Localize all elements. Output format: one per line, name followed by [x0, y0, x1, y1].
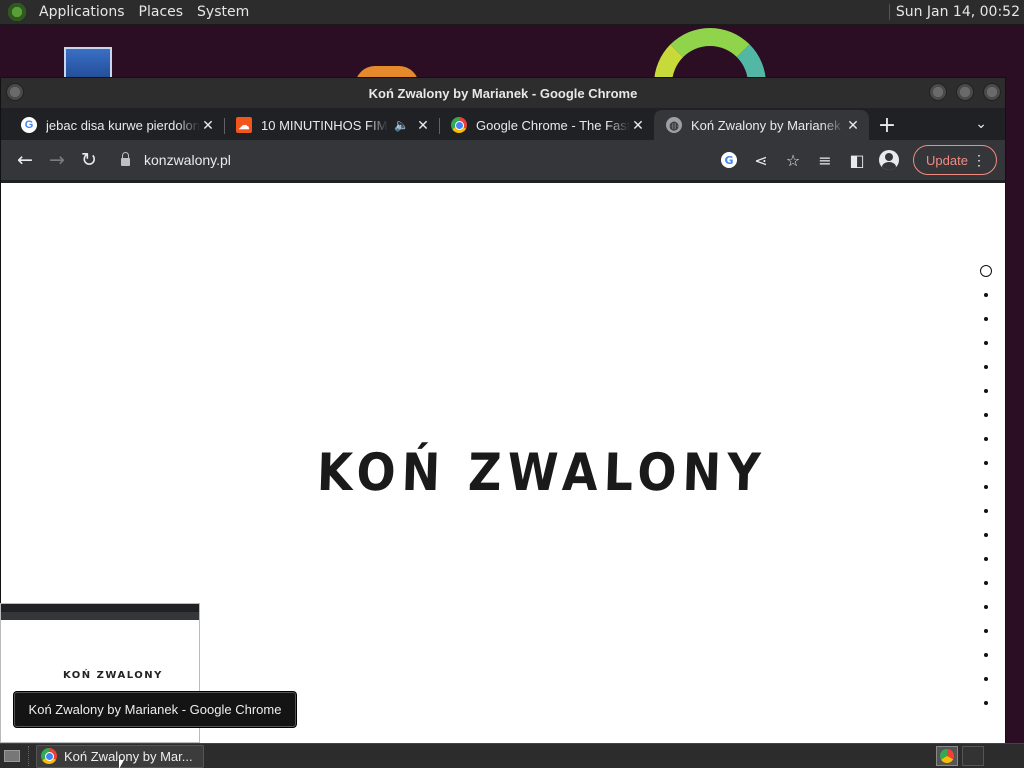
section-dot[interactable]: [984, 677, 988, 681]
section-dot[interactable]: [984, 485, 988, 489]
tab-title: Koń Zwalony by Marianek: [691, 117, 841, 133]
section-dot[interactable]: [984, 389, 988, 393]
browser-toolbar: ← → ↻ konzwalony.pl G ⋖ ☆ ≡ ◧ Update ⋮: [1, 140, 1005, 180]
window-title: Koń Zwalony by Marianek - Google Chrome: [368, 85, 638, 101]
menu-places[interactable]: Places: [132, 4, 191, 20]
lock-icon[interactable]: [121, 152, 130, 166]
chrome-icon: [451, 117, 467, 133]
tab-1[interactable]: G jebac disa kurwe pierdolona ✕: [9, 110, 224, 140]
update-label: Update: [926, 152, 968, 168]
desktop-computer-icon[interactable]: [64, 47, 112, 77]
tab-title: Google Chrome - The Fast: [476, 117, 630, 133]
maximize-button[interactable]: [956, 83, 974, 101]
close-tab-icon[interactable]: ✕: [630, 117, 646, 134]
section-dot[interactable]: [984, 533, 988, 537]
workspace-1[interactable]: [936, 746, 958, 766]
chrome-icon: [41, 748, 57, 764]
section-dot[interactable]: [984, 341, 988, 345]
mouse-cursor-icon: [119, 760, 124, 768]
preview-toolbar: [1, 612, 199, 620]
window-menu-button[interactable]: [6, 83, 24, 101]
tab-title: 10 MINUTINHOS FIM DE: [261, 117, 388, 133]
side-panel-icon[interactable]: ◧: [841, 144, 873, 176]
back-button[interactable]: ←: [9, 144, 41, 176]
section-dot[interactable]: [984, 437, 988, 441]
tab-4-active[interactable]: ◍ Koń Zwalony by Marianek ✕: [654, 110, 869, 140]
globe-icon: ◍: [666, 117, 682, 133]
panel-separator: [28, 746, 32, 766]
address-bar[interactable]: konzwalony.pl: [107, 144, 707, 176]
preview-tabstrip: [1, 604, 199, 612]
section-dot[interactable]: [984, 365, 988, 369]
workspace-2[interactable]: [962, 746, 984, 766]
kebab-menu-icon[interactable]: ⋮: [972, 152, 986, 168]
media-control-icon[interactable]: ≡: [809, 144, 841, 176]
section-dot[interactable]: [984, 605, 988, 609]
top-panel: Applications Places System Sun Jan 14, 0…: [0, 0, 1024, 25]
close-tab-icon[interactable]: ✕: [415, 117, 431, 134]
chrome-icon: [940, 749, 954, 763]
section-dot[interactable]: [984, 413, 988, 417]
section-dots-nav: [979, 265, 993, 725]
soundcloud-icon: ☁: [236, 117, 252, 133]
section-dot[interactable]: [984, 581, 988, 585]
new-tab-button[interactable]: +: [869, 110, 905, 140]
taskbar-label: Koń Zwalony by Mar...: [64, 748, 193, 764]
tab-2[interactable]: ☁ 10 MINUTINHOS FIM DE 🔈 ✕: [224, 110, 439, 140]
toolbar-icons: G ⋖ ☆ ≡ ◧: [713, 144, 905, 176]
minimize-button[interactable]: [929, 83, 947, 101]
menu-applications[interactable]: Applications: [32, 4, 132, 20]
forward-button[interactable]: →: [41, 144, 73, 176]
clock[interactable]: Sun Jan 14, 00:52: [888, 4, 1020, 20]
google-lens-icon[interactable]: G: [713, 144, 745, 176]
close-tab-icon[interactable]: ✕: [200, 117, 216, 134]
section-dot[interactable]: [984, 701, 988, 705]
bookmark-star-icon[interactable]: ☆: [777, 144, 809, 176]
section-dot[interactable]: [984, 317, 988, 321]
close-window-button[interactable]: [983, 83, 1001, 101]
tab-search-chevron-icon[interactable]: ⌄: [975, 116, 987, 132]
close-tab-icon[interactable]: ✕: [845, 117, 861, 134]
share-icon[interactable]: ⋖: [745, 144, 777, 176]
update-button[interactable]: Update ⋮: [913, 145, 997, 175]
section-dot[interactable]: [984, 509, 988, 513]
tab-3[interactable]: Google Chrome - The Fast ✕: [439, 110, 654, 140]
site-logo: KOŃ ZWALONY: [316, 441, 768, 503]
google-icon: G: [21, 117, 37, 133]
section-dot[interactable]: [984, 461, 988, 465]
show-desktop-button[interactable]: [0, 744, 24, 768]
section-dot[interactable]: [984, 629, 988, 633]
profile-avatar-icon[interactable]: [873, 144, 905, 176]
section-dot[interactable]: [984, 653, 988, 657]
menu-system[interactable]: System: [190, 4, 256, 20]
bottom-panel: Koń Zwalony by Mar...: [0, 743, 1024, 768]
window-titlebar[interactable]: Koń Zwalony by Marianek - Google Chrome: [1, 78, 1005, 108]
section-dot[interactable]: [984, 293, 988, 297]
tab-strip: G jebac disa kurwe pierdolona ✕ ☁ 10 MIN…: [1, 108, 1005, 140]
speaker-icon[interactable]: 🔈: [394, 118, 409, 132]
preview-logo: KOŃ ZWALONY: [63, 670, 163, 681]
section-dot[interactable]: [984, 557, 988, 561]
url-text[interactable]: konzwalony.pl: [144, 152, 231, 168]
tab-title: jebac disa kurwe pierdolona: [46, 117, 200, 133]
distro-logo-icon[interactable]: [8, 3, 26, 21]
section-dot[interactable]: [980, 265, 992, 277]
taskbar-tooltip: Koń Zwalony by Marianek - Google Chrome: [14, 692, 296, 727]
reload-button[interactable]: ↻: [73, 144, 105, 176]
